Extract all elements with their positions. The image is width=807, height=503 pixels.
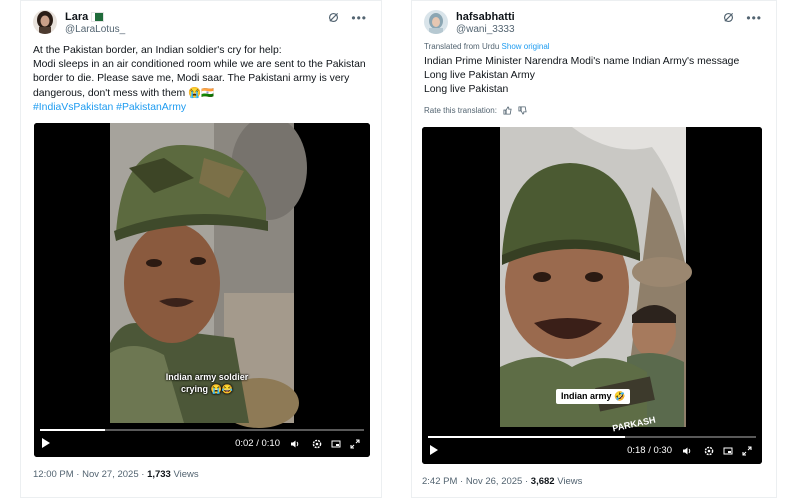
tweet-card-lara: Lara @LaraLotus_ ••• At the Pakistan bor… xyxy=(20,0,382,498)
tweet-footer: 12:00 PM · Nov 27, 2025 · 1,733 Views xyxy=(33,469,199,480)
views-count: 1,733 xyxy=(147,469,171,480)
video-progress-bar[interactable] xyxy=(428,436,756,438)
display-name-row[interactable]: Lara xyxy=(65,11,105,23)
more-icon[interactable]: ••• xyxy=(351,12,367,24)
video-time: 0:18 / 0:30 xyxy=(627,445,672,456)
video-badge: Indian army 🤣 xyxy=(556,389,631,404)
volume-icon[interactable] xyxy=(290,439,300,449)
user-handle[interactable]: @wani_3333 xyxy=(456,24,515,35)
video-player[interactable]: Indian army soldier crying 😭😂 0:02 / 0:1… xyxy=(34,123,370,457)
expand-icon[interactable] xyxy=(742,446,752,456)
views-label: Views xyxy=(554,476,583,487)
avatar[interactable] xyxy=(33,10,57,34)
display-name-row[interactable]: hafsabhatti xyxy=(456,11,515,23)
fullscreen-icon[interactable] xyxy=(331,439,341,449)
caption-line: crying 😭😂 xyxy=(181,384,233,394)
thumbs-up-icon[interactable] xyxy=(503,106,512,115)
avatar[interactable] xyxy=(424,10,448,34)
video-time: 0:02 / 0:10 xyxy=(235,438,280,449)
translation-notice: Translated from Urdu Show original xyxy=(424,42,550,51)
tweet-line: Modi sleeps in an air conditioned room w… xyxy=(33,59,366,71)
thumbs-down-icon[interactable] xyxy=(518,106,527,115)
grok-icon[interactable] xyxy=(723,12,734,23)
tweet-line: Long live Pakistan Army xyxy=(424,70,535,82)
tweet-header: Lara @LaraLotus_ ••• xyxy=(33,9,371,41)
tweet-line: Indian Prime Minister Narendra Modi's na… xyxy=(424,56,740,67)
video-progress-bar[interactable] xyxy=(40,429,364,431)
video-player[interactable]: Indian army 🤣 PARKASH 0:18 / 0:30 xyxy=(422,127,762,464)
video-controls: 0:02 / 0:10 xyxy=(34,423,370,457)
play-icon[interactable] xyxy=(430,445,438,455)
tweet-text: At the Pakistan border, an Indian soldie… xyxy=(33,44,378,115)
rate-label: Rate this translation: xyxy=(424,106,497,115)
pakistan-flag-icon xyxy=(91,12,105,22)
tweet-header: hafsabhatti @wani_3333 ••• xyxy=(424,9,766,41)
tweet-footer: 2:42 PM · Nov 26, 2025 · 3,682 Views xyxy=(422,476,582,487)
fullscreen-icon[interactable] xyxy=(723,446,733,456)
tweet-line: dangerous, don't mess with them 😭🇮🇳 xyxy=(33,87,214,99)
header-actions: ••• xyxy=(328,12,367,24)
views-label: Views xyxy=(170,469,199,480)
expand-icon[interactable] xyxy=(350,439,360,449)
volume-icon[interactable] xyxy=(682,446,692,456)
display-name[interactable]: Lara xyxy=(65,11,88,23)
video-frame xyxy=(34,123,370,457)
user-handle[interactable]: @LaraLotus_ xyxy=(65,24,125,35)
tweet-line: border to die. Please save me, Modi saar… xyxy=(33,73,350,85)
tweet-timestamp[interactable]: 2:42 PM · Nov 26, 2025 · xyxy=(422,476,531,487)
settings-icon[interactable] xyxy=(704,446,714,456)
page: Lara @LaraLotus_ ••• At the Pakistan bor… xyxy=(0,0,807,503)
hashtag-links[interactable]: #IndiaVsPakistan #PakistanArmy xyxy=(33,101,378,115)
tweet-line: Long live Pakistan xyxy=(424,84,509,96)
video-caption: Indian army soldier crying 😭😂 xyxy=(162,371,252,395)
display-name[interactable]: hafsabhatti xyxy=(456,11,515,23)
tweet-timestamp[interactable]: 12:00 PM · Nov 27, 2025 · xyxy=(33,469,147,480)
views-count: 3,682 xyxy=(530,476,555,487)
more-icon[interactable]: ••• xyxy=(746,12,762,24)
tweet-text: Indian Prime Minister Narendra Modi's na… xyxy=(424,55,769,98)
video-progress-fill xyxy=(40,429,105,431)
play-icon[interactable] xyxy=(42,438,50,448)
video-progress-fill xyxy=(428,436,625,438)
show-original-link[interactable]: Show original xyxy=(502,42,550,51)
rate-translation: Rate this translation: xyxy=(424,106,527,115)
translated-label: Translated from Urdu xyxy=(424,42,500,51)
caption-line: Indian army soldier xyxy=(165,372,249,382)
grok-icon[interactable] xyxy=(328,12,339,23)
video-controls: 0:18 / 0:30 xyxy=(422,430,762,464)
tweet-line: At the Pakistan border, an Indian soldie… xyxy=(33,45,282,56)
video-frame xyxy=(422,127,762,464)
settings-icon[interactable] xyxy=(312,439,322,449)
tweet-card-hafsabhatti: hafsabhatti @wani_3333 ••• Translated fr… xyxy=(411,0,777,498)
header-actions: ••• xyxy=(723,12,762,24)
